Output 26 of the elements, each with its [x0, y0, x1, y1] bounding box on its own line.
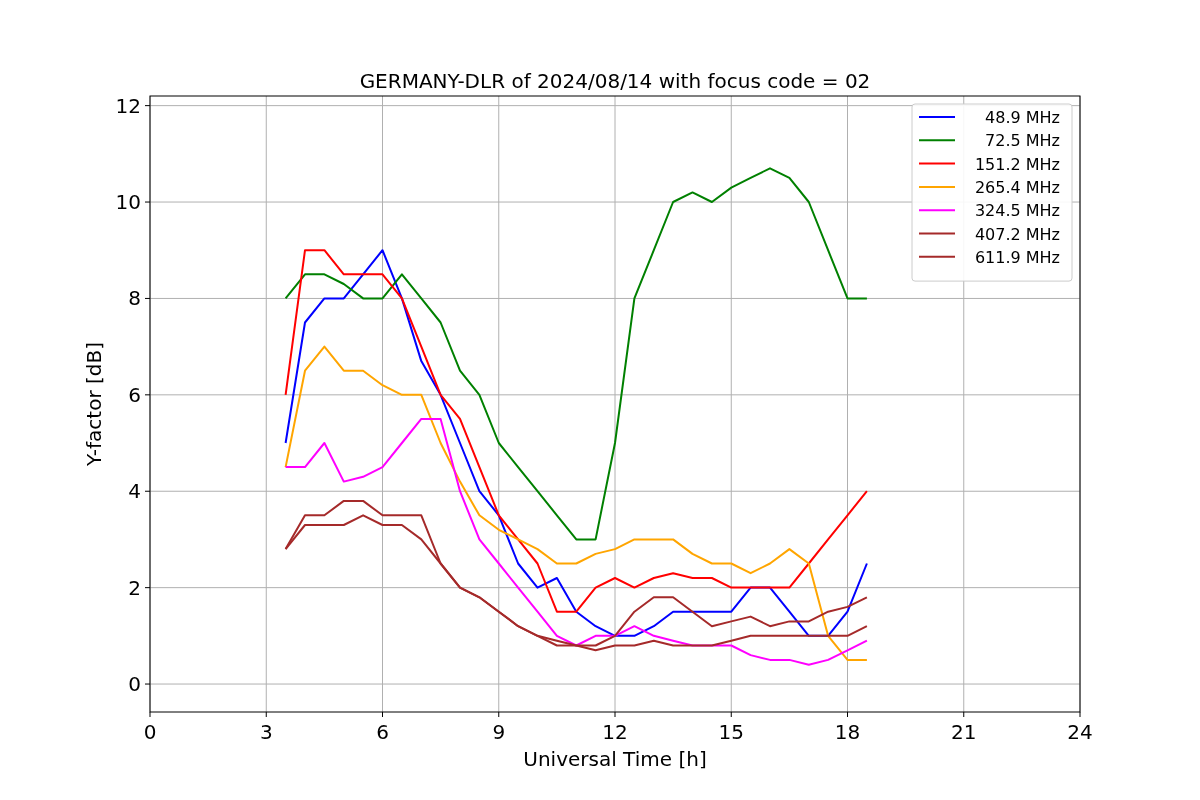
y-tick-label: 12 — [115, 93, 141, 118]
x-tick-label: 9 — [492, 720, 506, 744]
legend-label: 48.9 MHz — [985, 108, 1060, 127]
y-tick-label: 4 — [128, 479, 141, 504]
x-axis-label: Universal Time [h] — [523, 747, 707, 771]
x-tick-label: 18 — [834, 720, 861, 744]
chart-title: GERMANY-DLR of 2024/08/14 with focus code = 02 — [359, 69, 871, 93]
y-tick-label: 8 — [128, 286, 141, 311]
y-tick-label: 6 — [128, 382, 141, 407]
y-tick-label: 10 — [115, 190, 141, 215]
legend-label: 407.2 MHz — [974, 224, 1060, 244]
legend-label: 611.9 MHz — [974, 247, 1060, 267]
legend-label: 151.2 MHz — [974, 154, 1060, 174]
y-tick-label: 0 — [128, 672, 141, 697]
y-axis-label: Y-factor [dB] — [82, 342, 106, 466]
x-tick-label: 21 — [951, 720, 977, 744]
x-tick-label: 6 — [376, 720, 389, 744]
legend-label: 72.5 MHz — [985, 131, 1060, 151]
x-tick-label: 15 — [718, 720, 744, 744]
x-tick-label: 24 — [1067, 720, 1093, 744]
legend-label: 265.4 MHz — [974, 177, 1060, 197]
y-tick-label: 2 — [128, 575, 141, 600]
legend-label: 324.5 MHz — [974, 201, 1060, 221]
x-tick-label: 0 — [143, 720, 157, 744]
x-tick-label: 3 — [259, 720, 273, 744]
x-tick-label: 12 — [602, 720, 628, 744]
